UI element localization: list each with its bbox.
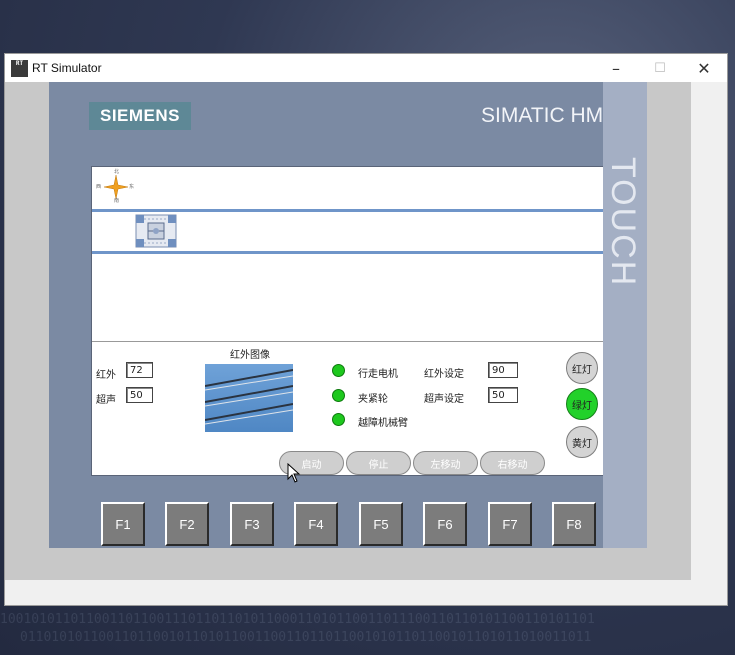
inspection-robot bbox=[134, 213, 178, 249]
ir-image bbox=[204, 364, 294, 432]
green-light-button[interactable]: 绿灯 bbox=[566, 388, 598, 420]
f6-key[interactable]: F6 bbox=[423, 502, 467, 546]
walking-motor-led bbox=[332, 364, 345, 377]
touch-side-strip bbox=[603, 82, 647, 548]
touch-label: TOUCH bbox=[604, 157, 642, 288]
move-right-button[interactable]: 右移动 bbox=[480, 451, 545, 475]
move-left-button[interactable]: 左移动 bbox=[413, 451, 478, 475]
compass-south: 南 bbox=[114, 198, 120, 204]
f7-key[interactable]: F7 bbox=[488, 502, 532, 546]
control-panel: 红外 72 超声 50 红外图像 行走电机 夹紧轮 越障机械臂 红外设定 90 … bbox=[92, 341, 606, 475]
obstacle-arm-led bbox=[332, 413, 345, 426]
siemens-logo: SIEMENS bbox=[89, 102, 191, 130]
ultrasonic-value-field[interactable]: 50 bbox=[126, 387, 153, 403]
title-bar[interactable]: RT RT Simulator – ☐ ✕ bbox=[5, 54, 727, 82]
f8-key[interactable]: F8 bbox=[552, 502, 596, 546]
clamp-wheel-label: 夹紧轮 bbox=[358, 394, 388, 405]
hmi-screen: 北 南 东 西 红外 72 超声 50 红外图像 行走电机 夹紧轮 越障机械臂 … bbox=[91, 166, 607, 476]
infrared-label: 红外 bbox=[96, 370, 116, 381]
stop-button[interactable]: 停止 bbox=[346, 451, 411, 475]
maximize-icon: ☐ bbox=[654, 60, 666, 76]
close-icon: ✕ bbox=[697, 58, 711, 78]
yellow-light-button[interactable]: 黄灯 bbox=[566, 426, 598, 458]
robot-icon bbox=[135, 214, 177, 248]
close-button[interactable]: ✕ bbox=[682, 54, 726, 82]
wincc-app-icon: RT bbox=[11, 59, 28, 77]
ultrasonic-setpoint-label: 超声设定 bbox=[424, 394, 464, 405]
maximize-button[interactable]: ☐ bbox=[638, 54, 682, 82]
infrared-setpoint-label: 红外设定 bbox=[424, 369, 464, 380]
compass-rose: 北 南 东 西 bbox=[96, 169, 136, 205]
minimize-icon: – bbox=[612, 58, 620, 78]
compass-north: 北 bbox=[114, 169, 120, 175]
compass-east: 东 bbox=[129, 184, 135, 190]
obstacle-arm-label: 越障机械臂 bbox=[358, 418, 408, 429]
f3-key[interactable]: F3 bbox=[230, 502, 274, 546]
rail-top bbox=[92, 209, 606, 212]
compass-west: 西 bbox=[96, 184, 102, 190]
rt-simulator-window: RT RT Simulator – ☐ ✕ SIEMENS SIMATIC HM… bbox=[4, 53, 728, 606]
ultrasonic-label: 超声 bbox=[96, 395, 116, 406]
background-pattern: 1001010110110011011001110110110101100011… bbox=[0, 612, 595, 627]
infrared-setpoint-field[interactable]: 90 bbox=[488, 362, 518, 378]
walking-motor-label: 行走电机 bbox=[358, 369, 398, 380]
background-pattern-2: 0110101011001101100101101011001100110110… bbox=[20, 630, 592, 645]
clamp-wheel-led bbox=[332, 389, 345, 402]
red-light-button[interactable]: 红灯 bbox=[566, 352, 598, 384]
f5-key[interactable]: F5 bbox=[359, 502, 403, 546]
ultrasonic-setpoint-field[interactable]: 50 bbox=[488, 387, 518, 403]
mouse-cursor-icon bbox=[287, 463, 301, 483]
minimize-button[interactable]: – bbox=[594, 54, 638, 82]
rail-bottom bbox=[92, 251, 606, 254]
f4-key[interactable]: F4 bbox=[294, 502, 338, 546]
simulator-client-area: SIEMENS SIMATIC HMI 北 南 东 西 红外 72 超声 50 … bbox=[5, 82, 727, 605]
f2-key[interactable]: F2 bbox=[165, 502, 209, 546]
ir-image-picture bbox=[204, 364, 294, 432]
infrared-value-field[interactable]: 72 bbox=[126, 362, 153, 378]
f1-key[interactable]: F1 bbox=[101, 502, 145, 546]
simatic-hmi-label: SIMATIC HMI bbox=[481, 104, 609, 127]
window-title: RT Simulator bbox=[32, 61, 102, 75]
hmi-device: SIEMENS SIMATIC HMI 北 南 东 西 红外 72 超声 50 … bbox=[49, 82, 647, 548]
ir-image-title: 红外图像 bbox=[230, 350, 270, 361]
